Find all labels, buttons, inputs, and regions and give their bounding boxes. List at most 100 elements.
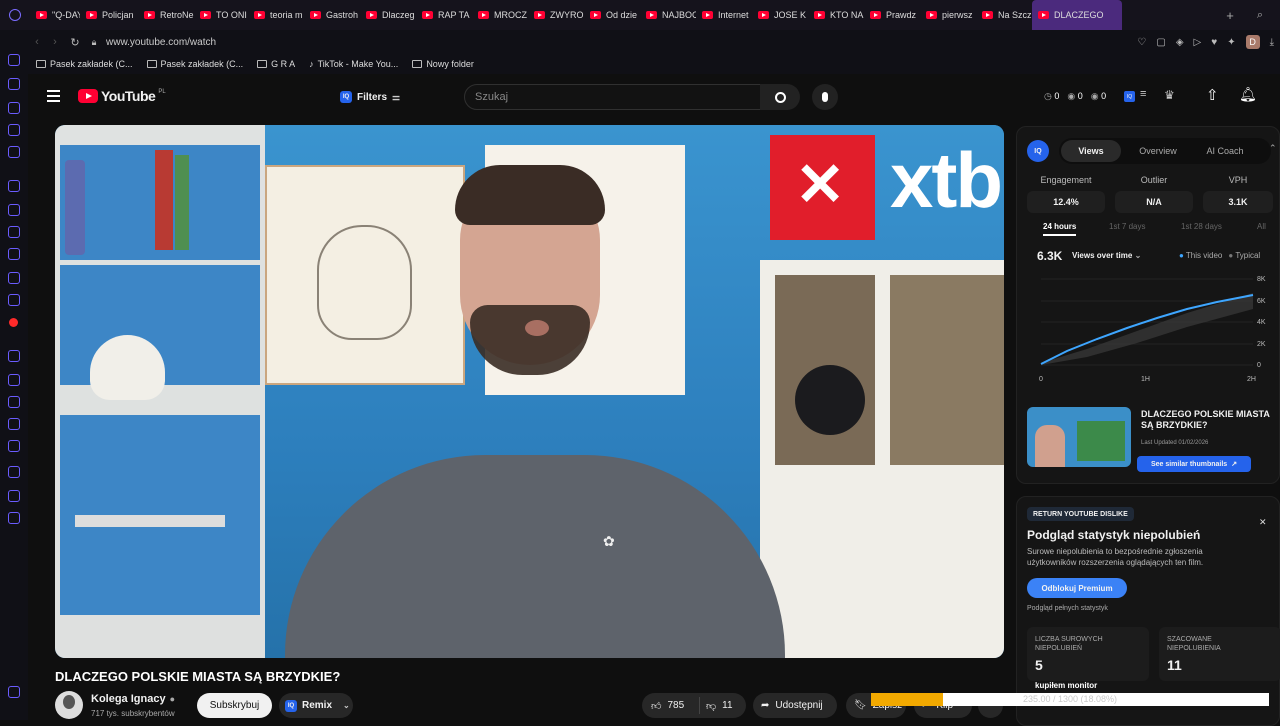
browser-menu-icon[interactable] (0, 0, 30, 30)
list-icon[interactable]: ≡ (1140, 88, 1146, 100)
collapse-icon[interactable]: ⌃ (1269, 143, 1277, 154)
range-7-days[interactable]: 1st 7 days (1109, 222, 1145, 231)
award-icon[interactable]: ♛ (1164, 88, 1175, 102)
tab-ai-coach-label: AI Coach (1206, 146, 1244, 156)
browser-tab[interactable]: Policjan (80, 0, 138, 30)
messenger-icon[interactable] (8, 204, 20, 216)
forward-icon[interactable]: › (46, 36, 64, 48)
screenshot-icon[interactable]: ▢ (1156, 37, 1165, 48)
play-icon[interactable] (8, 374, 20, 386)
layers-icon[interactable] (8, 418, 20, 430)
browser-tab[interactable]: Gastroh (304, 0, 360, 30)
shield-icon[interactable]: ◈ (1176, 37, 1184, 48)
bookmark-item[interactable]: ♪ TikTok - Make You... (309, 59, 398, 69)
views-mode-dropdown[interactable]: Views over time ⌄ (1072, 251, 1141, 260)
gx-icon[interactable] (8, 686, 20, 698)
browser-tab[interactable]: TO ONI (194, 0, 248, 30)
channel-name-text: Kolega Ignacy (91, 693, 166, 705)
camera-icon[interactable] (8, 78, 20, 90)
profile-avatar[interactable]: D (1245, 35, 1260, 49)
browser-tab[interactable]: ZWYRO (528, 0, 584, 30)
channel-avatar[interactable] (55, 691, 83, 719)
browser-tab[interactable]: Internet (696, 0, 752, 30)
filters-button[interactable]: IQ Filters ⚌ (340, 86, 400, 108)
tab-label: KTO NA (830, 10, 864, 20)
tab-views[interactable]: Views (1061, 140, 1121, 162)
subscribe-button[interactable]: Subskrybuj (197, 693, 272, 718)
youtube-logo[interactable]: YouTube PL (78, 88, 166, 104)
browser-tab[interactable]: Dlaczeg (360, 0, 416, 30)
heart-icon[interactable] (8, 396, 20, 408)
history-icon[interactable] (8, 440, 20, 452)
instagram-icon[interactable] (8, 248, 20, 260)
metric-value: N/A (1146, 197, 1162, 207)
telegram-icon[interactable] (8, 226, 20, 238)
record-icon[interactable] (9, 318, 18, 327)
browser-tab[interactable]: KTO NA (808, 0, 864, 30)
mail-icon[interactable] (8, 146, 20, 158)
search-input[interactable]: Szukaj (464, 84, 788, 110)
browser-tab[interactable]: Od dzie (584, 0, 640, 30)
thumbnail-preview[interactable] (1027, 407, 1131, 467)
back-icon[interactable]: ‹ (28, 36, 46, 48)
cube-icon[interactable] (8, 490, 20, 502)
browser-tab[interactable]: RAP TA (416, 0, 472, 30)
extensions-icon[interactable]: ✦ (1227, 37, 1235, 48)
like-button[interactable]: 👍︎ 785 (642, 697, 700, 714)
voice-search-button[interactable] (812, 84, 838, 110)
browser-tab[interactable]: MROCZ (472, 0, 528, 30)
inbox-icon[interactable] (8, 54, 20, 66)
browser-tab[interactable]: DLACZEGO (1032, 0, 1122, 30)
bookmark-item[interactable]: Pasek zakładek (C... (146, 59, 243, 69)
box-icon[interactable] (8, 466, 20, 478)
spotify-icon[interactable] (8, 350, 20, 362)
browser-tab[interactable]: pierwsz (920, 0, 976, 30)
tab-overview[interactable]: Overview (1129, 140, 1187, 162)
browser-tab[interactable]: RetroNe (138, 0, 194, 30)
browser-tab[interactable]: Na Szcz (976, 0, 1032, 30)
search-button[interactable] (760, 84, 800, 110)
vidiq-header-icon[interactable]: IQ (1124, 91, 1135, 102)
tab-search-icon[interactable]: ⌕ (1240, 9, 1280, 22)
channel-name[interactable]: Kolega Ignacy ● (91, 693, 175, 705)
unlock-premium-button[interactable]: Odblokuj Premium (1027, 578, 1127, 598)
tab-label: Od dzie (606, 10, 638, 20)
browser-tab[interactable]: "Q-DAY (30, 0, 80, 30)
bag-icon[interactable] (8, 102, 20, 114)
new-tab-button[interactable]: + (1220, 8, 1240, 23)
counter-3: 0 (1101, 91, 1107, 101)
wallet-icon[interactable] (8, 124, 20, 136)
range-24-hours[interactable]: 24 hours (1043, 222, 1077, 236)
browser-tab[interactable]: NAJBOC (640, 0, 696, 30)
twitch-icon[interactable] (8, 180, 20, 192)
download-icon[interactable]: ⤓ (1270, 37, 1274, 48)
close-icon[interactable]: ✕ (1259, 517, 1267, 528)
heart-icon[interactable]: ♥ (1211, 37, 1217, 48)
notifications-icon[interactable]: 🔔︎ (1239, 86, 1257, 103)
bookmark-item[interactable]: G R A (257, 59, 295, 69)
bookmark-item[interactable]: Nowy folder (412, 59, 474, 69)
hamburger-menu-icon[interactable] (46, 89, 60, 103)
range-28-days[interactable]: 1st 28 days (1181, 222, 1222, 231)
x-icon[interactable] (8, 272, 20, 284)
dislike-button[interactable]: 👎︎ 11 (700, 700, 733, 712)
video-player[interactable]: ✕ xtb ✿ (55, 125, 1004, 658)
metric-label: VPH (1228, 175, 1248, 185)
bookmark-item[interactable]: Pasek zakładek (C... (36, 59, 133, 69)
tab-ai-coach[interactable]: AI Coach (1195, 140, 1255, 162)
overlay-caption: kupiłem monitor (1035, 681, 1098, 690)
reload-icon[interactable]: ↻ (64, 36, 86, 49)
browser-tab[interactable]: teoria m (248, 0, 304, 30)
upload-icon[interactable]: ⇧ (1206, 86, 1219, 104)
range-all[interactable]: All (1257, 222, 1266, 231)
browser-tab[interactable]: Prawdz (864, 0, 920, 30)
url-field[interactable]: www.youtube.com/watch (106, 37, 216, 48)
share-button[interactable]: ➦ Udostępnij (753, 693, 837, 718)
browser-tab[interactable]: JOSE K (752, 0, 808, 30)
settings-icon[interactable] (8, 512, 20, 524)
bookmark-icon[interactable]: ♡ (1137, 37, 1146, 48)
see-similar-button[interactable]: See similar thumbnails ↗ (1137, 456, 1251, 472)
remix-button[interactable]: IQ Remix ⌄ (279, 693, 353, 718)
discord-icon[interactable] (8, 294, 20, 306)
send-icon[interactable]: ▷ (1194, 37, 1202, 48)
